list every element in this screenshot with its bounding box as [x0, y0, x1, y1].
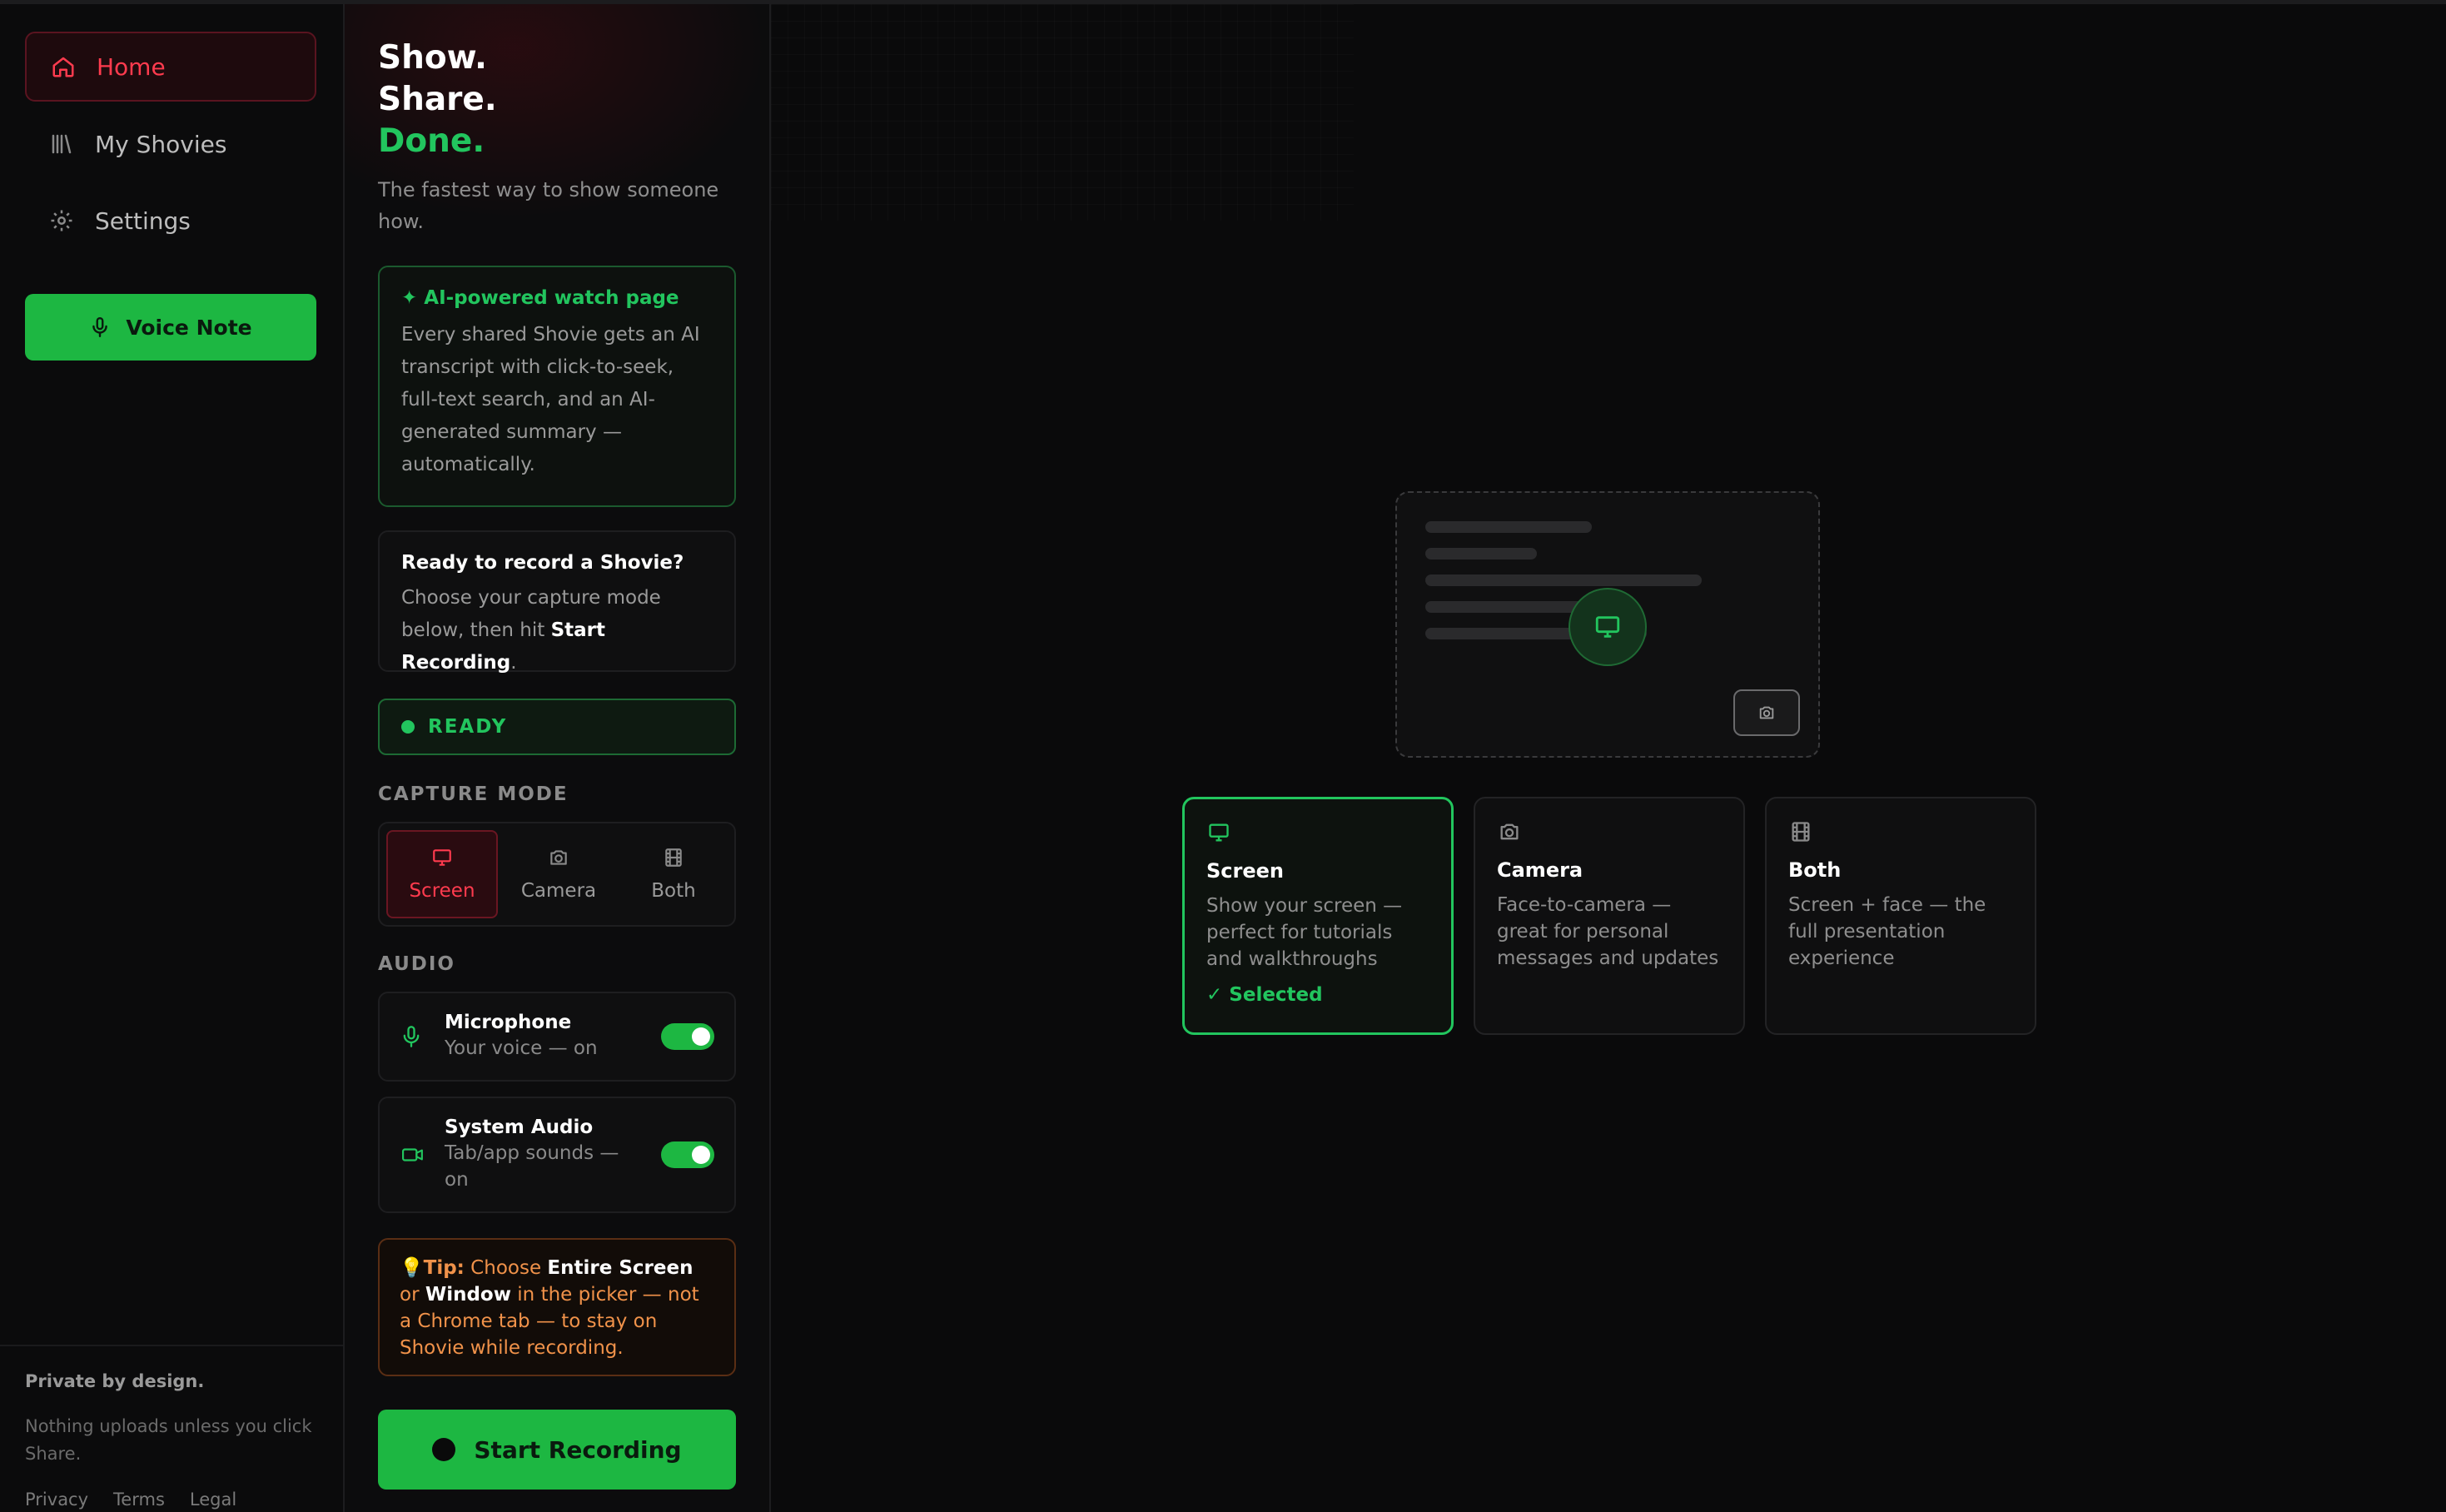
card-camera[interactable]: Camera Face-to-camera — great for person…: [1474, 797, 1745, 1035]
check-icon: ✓: [1206, 984, 1223, 1006]
privacy-text: Nothing uploads unless you click Share.: [25, 1416, 312, 1464]
screen-preview-illustration: [1395, 491, 1820, 758]
start-recording-label: Start Recording: [474, 1435, 682, 1464]
sidebar-item-label: Home: [97, 52, 166, 81]
voice-note-label: Voice Note: [126, 315, 252, 340]
audio-label: AUDIO: [378, 953, 455, 975]
video-icon: [400, 1144, 430, 1166]
mode-label: Screen: [409, 880, 475, 902]
ready-card-text: Choose your capture mode below, then hit: [401, 587, 661, 641]
gear-icon: [47, 206, 77, 236]
selected-label: Selected: [1229, 984, 1323, 1006]
mode-label: Camera: [520, 880, 597, 902]
lightbulb-icon: 💡: [400, 1257, 424, 1279]
microphone-row: Microphone Your voice — on: [378, 992, 736, 1082]
monitor-icon: [430, 847, 454, 872]
footer-links: Privacy Terms Legal: [25, 1490, 318, 1510]
microphone-icon: [89, 315, 111, 340]
microphone-sub: Your voice — on: [445, 1037, 598, 1059]
ai-feature-card: ✦ AI-powered watch page Every shared Sho…: [378, 266, 736, 507]
voice-note-button[interactable]: Voice Note: [25, 294, 316, 361]
sidebar-item-label: Settings: [95, 206, 191, 235]
mode-label: Both: [651, 880, 696, 902]
monitor-icon: [1569, 588, 1647, 666]
start-recording-button[interactable]: Start Recording: [378, 1410, 736, 1490]
system-audio-title: System Audio: [445, 1117, 594, 1138]
system-audio-row: System Audio Tab/app sounds — on: [378, 1097, 736, 1213]
tip-text: Choose: [464, 1257, 548, 1279]
card-title: Both: [1788, 858, 1842, 882]
monitor-icon: [1206, 823, 1231, 848]
ready-card: Ready to record a Shovie? Choose your ca…: [378, 530, 736, 674]
tip-box: 💡Tip: Choose Entire Screen or Window in …: [378, 1238, 736, 1376]
card-title: Camera: [1497, 858, 1583, 882]
record-dot-icon: [432, 1438, 456, 1461]
ai-card-body: Every shared Shovie gets an AI transcrip…: [401, 324, 700, 475]
preview-line: [1425, 548, 1537, 560]
preview-stage: Screen Show your screen — perfect for tu…: [771, 4, 2446, 1512]
mode-screen[interactable]: Screen: [386, 830, 498, 918]
film-icon: [1788, 822, 1813, 847]
preview-line: [1425, 521, 1592, 533]
card-description: Face-to-camera — great for personal mess…: [1497, 894, 1719, 969]
card-title: Screen: [1206, 859, 1284, 883]
sidebar-item-home[interactable]: Home: [25, 32, 316, 102]
tip-strong: Entire Screen: [547, 1257, 694, 1279]
card-description: Screen + face — the full presentation ex…: [1788, 894, 1986, 969]
tip-text: or: [400, 1284, 425, 1306]
ready-card-suffix: .: [510, 652, 517, 674]
sidebar-item-settings[interactable]: Settings: [25, 186, 316, 256]
hero-line-show: Show.: [378, 39, 487, 77]
capture-mode-label: CAPTURE MODE: [378, 783, 569, 805]
ai-card-title: ✦ AI-powered watch page: [401, 287, 679, 309]
hero-heading: Show. Share. Done.: [378, 37, 497, 162]
mode-camera[interactable]: Camera: [505, 830, 613, 918]
microphone-title: Microphone: [445, 1012, 572, 1033]
card-description: Show your screen — perfect for tutorials…: [1206, 895, 1403, 970]
sidebar-item-my-shovies[interactable]: My Shovies: [25, 109, 316, 179]
camera-icon: [1497, 823, 1522, 847]
preview-line: [1425, 574, 1702, 586]
sidebar-item-label: My Shovies: [95, 130, 227, 158]
system-audio-toggle[interactable]: [661, 1141, 714, 1168]
camera-icon: [547, 847, 570, 872]
terms-link[interactable]: Terms: [113, 1490, 165, 1510]
camera-icon: [1733, 689, 1800, 736]
hero-line-done: Done.: [378, 122, 485, 160]
selected-indicator: ✓ Selected: [1206, 984, 1429, 1006]
sidebar-footer: Private by design. Nothing uploads unles…: [0, 1345, 343, 1510]
ready-card-body: Choose your capture mode below, then hit…: [401, 582, 713, 679]
hero-subtitle: The fastest way to show someone how.: [378, 178, 719, 233]
system-audio-sub: Tab/app sounds — on: [445, 1142, 619, 1191]
status-dot: [401, 720, 415, 734]
home-icon: [48, 52, 78, 82]
tip-strong: Window: [425, 1284, 511, 1306]
film-icon: [662, 847, 685, 872]
microphone-icon: [400, 1024, 430, 1049]
legal-link[interactable]: Legal: [190, 1490, 236, 1510]
card-both[interactable]: Both Screen + face — the full presentati…: [1765, 797, 2036, 1035]
card-screen[interactable]: Screen Show your screen — perfect for tu…: [1182, 797, 1454, 1035]
system-audio-text: System Audio Tab/app sounds — on: [445, 1117, 661, 1193]
status-label: READY: [428, 716, 508, 738]
sidebar: Home My Shovies Settings Voice Note Priv…: [0, 4, 345, 1512]
mode-both[interactable]: Both: [619, 830, 728, 918]
privacy-link[interactable]: Privacy: [25, 1490, 88, 1510]
capture-mode-selector: Screen Camera Both: [378, 822, 736, 927]
privacy-heading: Private by design.: [25, 1371, 205, 1391]
hero-line-share: Share.: [378, 81, 497, 118]
control-panel: Show. Share. Done. The fastest way to sh…: [345, 4, 771, 1512]
ready-card-title: Ready to record a Shovie?: [401, 552, 684, 574]
library-icon: [47, 129, 77, 159]
status-badge: READY: [378, 699, 736, 755]
background-grid: [771, 4, 1354, 221]
preview-line: [1425, 601, 1592, 613]
microphone-toggle[interactable]: [661, 1023, 714, 1050]
capture-mode-cards: Screen Show your screen — perfect for tu…: [1182, 797, 2036, 1035]
tip-label: Tip:: [423, 1257, 465, 1279]
microphone-text: Microphone Your voice — on: [445, 1012, 661, 1062]
